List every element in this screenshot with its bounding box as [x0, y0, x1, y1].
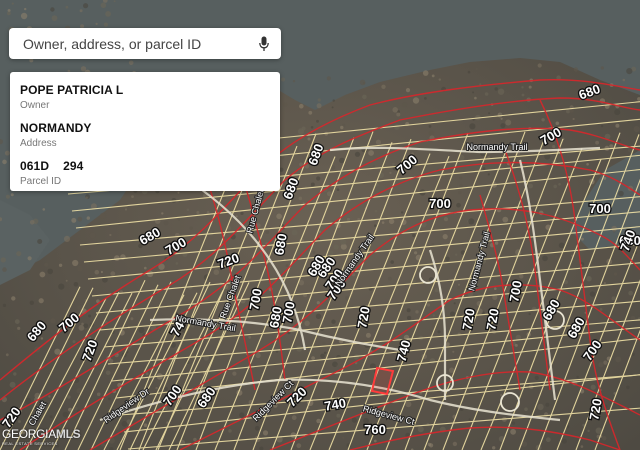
brand-name: GEORGIA [2, 427, 56, 441]
brand-mls: MLS [55, 427, 81, 441]
search-bar[interactable] [9, 28, 281, 59]
contour-label: 760 [364, 422, 386, 437]
owner-label: Owner [20, 100, 50, 111]
georgia-mls-logo: GEORGIAMLS REAL ESTATE SERVICES [2, 427, 81, 447]
owner-value: POPE PATRICIA L [20, 83, 124, 97]
search-input[interactable] [21, 34, 257, 53]
contour-label: 700 [429, 196, 451, 211]
parcel-map-number: 061D [20, 159, 50, 173]
parcel-info-card: POPE PATRICIA L Owner NORMANDY Address 0… [10, 72, 280, 191]
contour-label: 700 [589, 201, 611, 216]
brand-tagline: REAL ESTATE SERVICES [2, 441, 58, 446]
parcel-id-value: 061D 294 [20, 159, 270, 173]
address-value: NORMANDY [20, 121, 92, 135]
microphone-icon[interactable] [257, 34, 271, 54]
parcel-id-label: Parcel ID [20, 176, 62, 187]
parcel-map[interactable]: 680700680 700680700720700680680 7007006807… [0, 0, 640, 450]
parcel-number: 294 [63, 159, 84, 173]
address-label: Address [20, 138, 57, 149]
street-label: Normandy Trail [466, 142, 527, 152]
